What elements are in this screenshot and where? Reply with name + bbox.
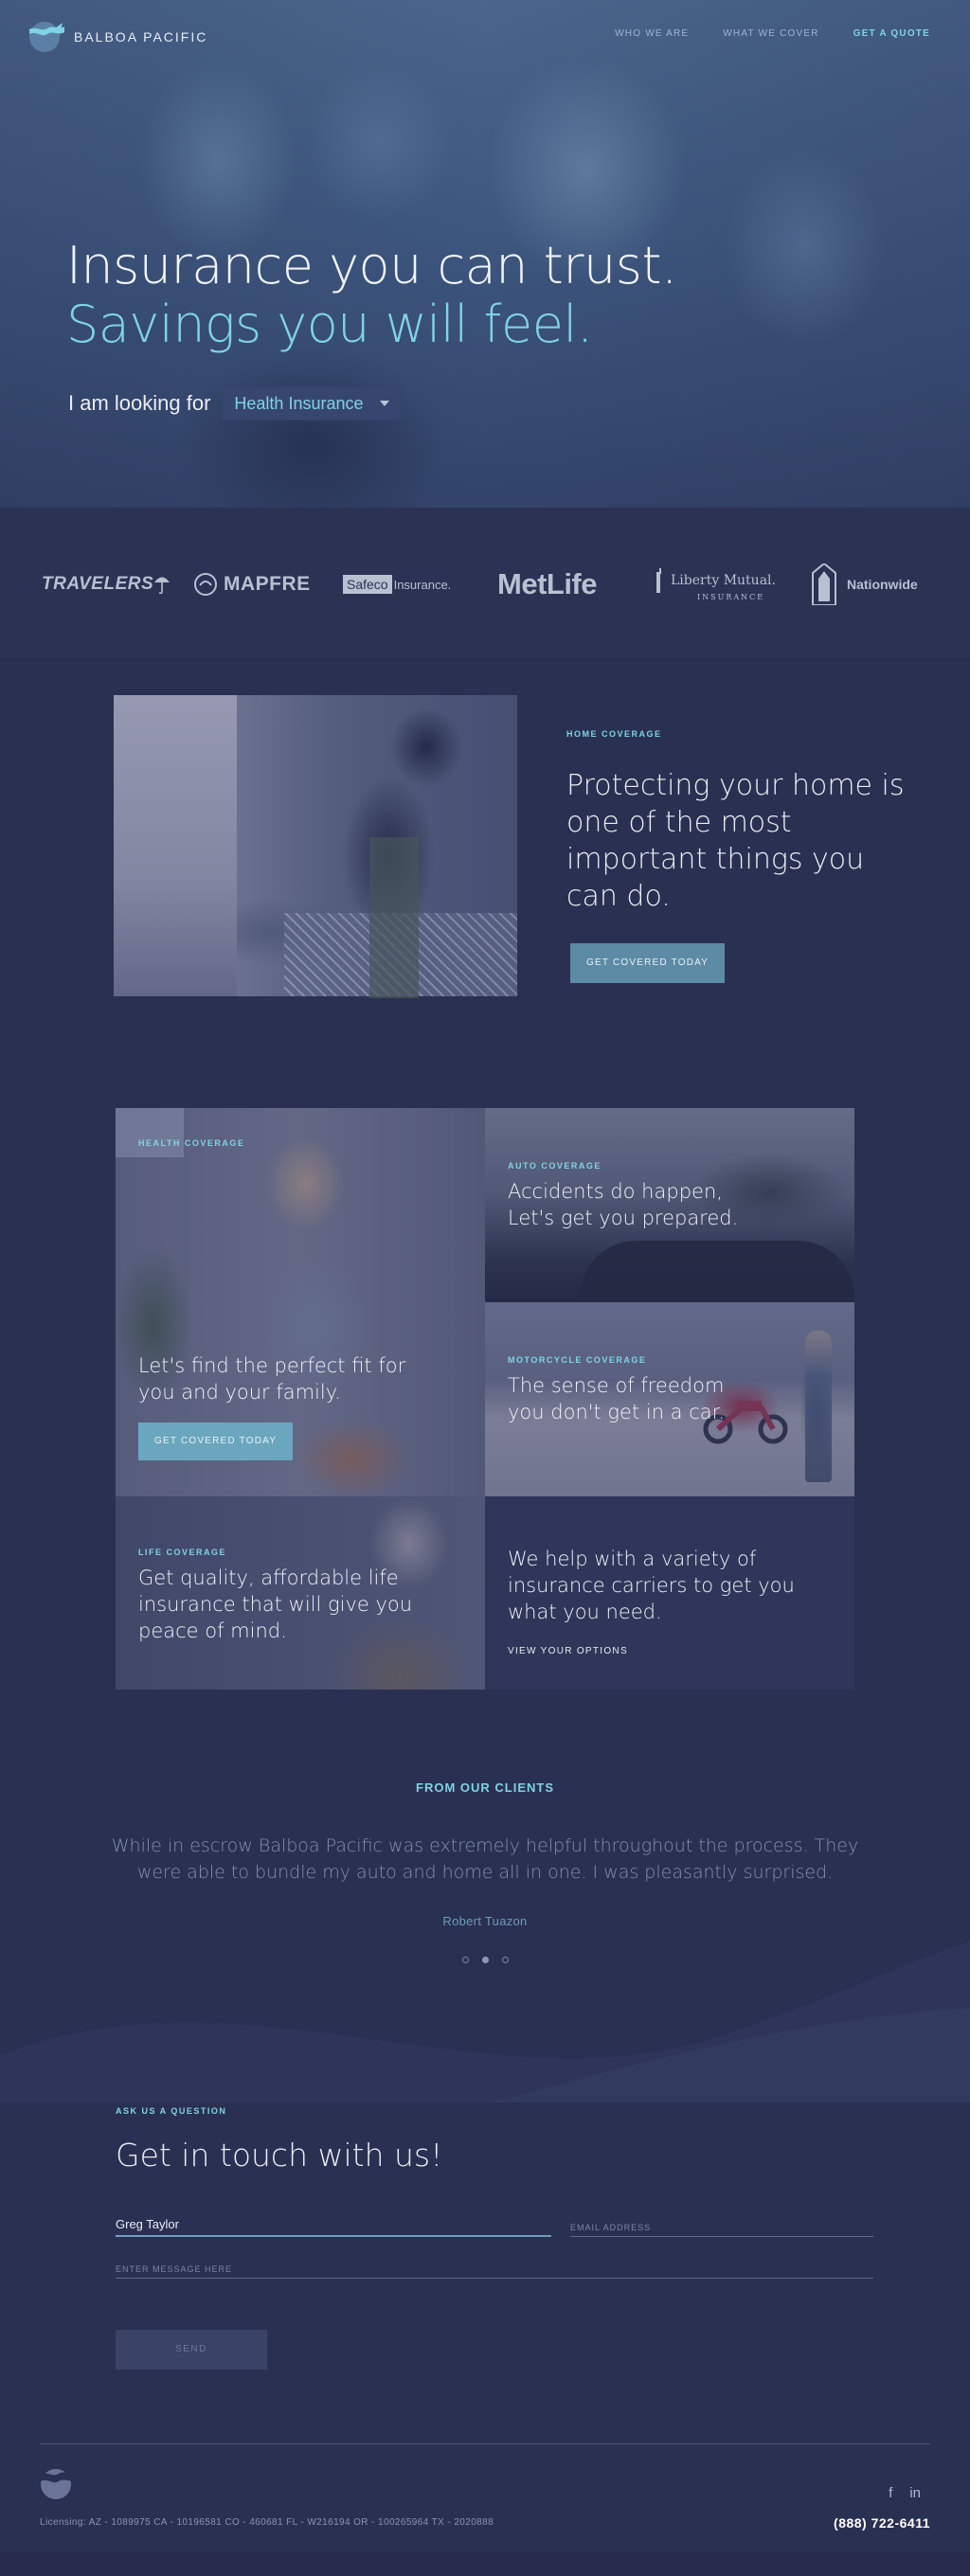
- insurance-type-value: Health Insurance: [234, 393, 364, 413]
- life-coverage-eyebrow: LIFE COVERAGE: [138, 1547, 227, 1557]
- liberty-wordmark: Liberty Mutual.: [671, 572, 776, 588]
- email-placeholder: EMAIL ADDRESS: [570, 2223, 652, 2232]
- health-coverage-title: Let's find the perfect fit for you and y…: [138, 1354, 406, 1404]
- contact-title: Get in touch with us!: [116, 2137, 443, 2174]
- home-coverage-photo: [114, 695, 517, 998]
- motorcycle-coverage-title: The sense of freedom you don't get in a …: [508, 1374, 726, 1423]
- carousel-dot[interactable]: [461, 1957, 469, 1963]
- testimonial-eyebrow: FROM OUR CLIENTS: [416, 1780, 554, 1795]
- safeco-logo: Safeco Insurance.: [343, 561, 451, 608]
- facebook-icon[interactable]: f: [889, 2485, 892, 2501]
- motorcycle-copy: MOTORCYCLE COVERAGE The sense of freedom…: [508, 1355, 763, 1425]
- carriers-title: We help with a variety of insurance carr…: [508, 1547, 795, 1623]
- home-coverage-title: Protecting your home is one of the most …: [566, 769, 905, 913]
- safeco-insurance-text: Insurance.: [393, 577, 452, 592]
- life-copy: LIFE COVERAGE Get quality, affordable li…: [138, 1547, 422, 1644]
- metlife-wordmark: MetLife: [497, 567, 598, 600]
- contact-section: ASK US A QUESTION Get in touch with us! …: [116, 2106, 873, 2370]
- mapfre-wordmark: MAPFRE: [224, 573, 311, 595]
- nav-get-a-quote[interactable]: GET A QUOTE: [853, 28, 930, 39]
- photo-tint: [114, 695, 517, 996]
- insurance-type-select[interactable]: Health Insurance: [222, 386, 403, 420]
- liberty-mutual-logo: Liberty Mutual. INSURANCE: [652, 561, 776, 608]
- nationwide-eagle-icon: [812, 564, 836, 605]
- mapfre-logo: MAPFRE: [193, 561, 311, 608]
- carousel-dots: [0, 1957, 970, 1963]
- coverage-grid: HEALTH COVERAGE Let's find the perfect f…: [116, 1108, 854, 1690]
- life-coverage-title: Get quality, affordable life insurance t…: [138, 1566, 413, 1642]
- motorcycle-coverage-card[interactable]: MOTORCYCLE COVERAGE The sense of freedom…: [485, 1302, 854, 1496]
- health-eyebrow-tab: [116, 1108, 184, 1157]
- footer-bottom-bar: [0, 2551, 970, 2576]
- nav-what-we-cover[interactable]: WHAT WE COVER: [723, 28, 818, 39]
- licensing-text: Licensing: AZ - 1089975 CA - 10196581 CO…: [40, 2517, 494, 2528]
- message-field[interactable]: ENTER MESSAGE HERE: [116, 2254, 873, 2279]
- linkedin-icon[interactable]: in: [909, 2485, 921, 2501]
- phone-number[interactable]: (888) 722-6411: [834, 2515, 930, 2531]
- hero-line-1: Insurance you can trust.: [66, 236, 677, 295]
- nav-who-we-are[interactable]: WHO WE ARE: [615, 28, 689, 39]
- metlife-logo: MetLife: [497, 561, 598, 608]
- statue-of-liberty-icon: [656, 567, 661, 593]
- liberty-sub: INSURANCE: [697, 592, 765, 601]
- partner-logos: TRAVELERS MAPFRE Safeco Insurance. MetLi…: [0, 508, 970, 657]
- contact-eyebrow: ASK US A QUESTION: [116, 2106, 227, 2116]
- nationwide-wordmark: Nationwide: [847, 577, 918, 592]
- insurance-selector: I am looking for Health Insurance: [68, 386, 403, 420]
- auto-coverage-eyebrow: AUTO COVERAGE: [508, 1161, 602, 1171]
- name-field[interactable]: Greg Taylor: [116, 2212, 551, 2237]
- life-coverage-card[interactable]: LIFE COVERAGE Get quality, affordable li…: [116, 1496, 485, 1690]
- travelers-wordmark: TRAVELERS: [42, 574, 154, 594]
- hero-headline: Insurance you can trust. Savings you wil…: [66, 237, 677, 354]
- auto-coverage-card[interactable]: AUTO COVERAGE Accidents do happen, Let's…: [485, 1108, 854, 1302]
- nationwide-logo: Nationwide: [809, 561, 918, 608]
- travelers-logo: TRAVELERS: [42, 561, 171, 608]
- send-button[interactable]: SEND: [116, 2330, 267, 2370]
- brand-name: BALBOA PACIFIC: [74, 29, 208, 45]
- social-links: f in: [889, 2485, 921, 2501]
- nav-links: WHO WE ARE WHAT WE COVER GET A QUOTE: [615, 28, 930, 39]
- health-eyebrow-wrap: HEALTH COVERAGE: [138, 1138, 244, 1148]
- home-coverage-eyebrow: HOME COVERAGE: [566, 729, 662, 739]
- carousel-dot[interactable]: [501, 1957, 509, 1963]
- hero-line-2: Savings you will feel.: [66, 295, 593, 354]
- auto-coverage-title: Accidents do happen, Let's get you prepa…: [508, 1180, 739, 1229]
- brand-logo[interactable]: BALBOA PACIFIC: [27, 21, 207, 53]
- motorcycle-coverage-eyebrow: MOTORCYCLE COVERAGE: [508, 1355, 647, 1365]
- mapfre-emblem-icon: [194, 573, 217, 596]
- testimonial-section: FROM OUR CLIENTS While in escrow Balboa …: [0, 1780, 970, 1963]
- footer-divider: [40, 2443, 930, 2444]
- top-nav: BALBOA PACIFIC WHO WE ARE WHAT WE COVER …: [0, 0, 970, 72]
- home-get-covered-button[interactable]: GET COVERED TODAY: [570, 943, 726, 983]
- footer-logo-icon[interactable]: [38, 2466, 76, 2500]
- name-field-value: Greg Taylor: [116, 2217, 179, 2231]
- health-coverage-eyebrow: HEALTH COVERAGE: [138, 1138, 245, 1148]
- wave-logo-icon: [29, 22, 64, 52]
- view-options-link[interactable]: VIEW YOUR OPTIONS: [508, 1646, 811, 1656]
- carriers-copy: We help with a variety of insurance carr…: [508, 1538, 811, 1656]
- looking-for-label: I am looking for: [68, 391, 211, 415]
- health-coverage-card[interactable]: HEALTH COVERAGE Let's find the perfect f…: [116, 1108, 485, 1496]
- testimonial-author: Robert Tuazon: [442, 1914, 528, 1928]
- safeco-wordmark: Safeco: [343, 575, 392, 594]
- home-coverage-copy: HOME COVERAGE Protecting your home is on…: [566, 729, 907, 983]
- auto-copy: AUTO COVERAGE Accidents do happen, Let's…: [508, 1161, 745, 1231]
- caret-down-icon: [380, 401, 390, 406]
- carriers-card: We help with a variety of insurance carr…: [485, 1496, 854, 1690]
- message-placeholder: ENTER MESSAGE HERE: [116, 2264, 233, 2274]
- email-field[interactable]: EMAIL ADDRESS: [570, 2212, 873, 2237]
- health-copy: Let's find the perfect fit for you and y…: [138, 1345, 441, 1460]
- testimonial-quote: While in escrow Balboa Pacific was extre…: [111, 1835, 859, 1883]
- carousel-dot[interactable]: [481, 1957, 489, 1963]
- health-get-covered-button[interactable]: GET COVERED TODAY: [138, 1422, 294, 1460]
- umbrella-icon: [154, 577, 171, 595]
